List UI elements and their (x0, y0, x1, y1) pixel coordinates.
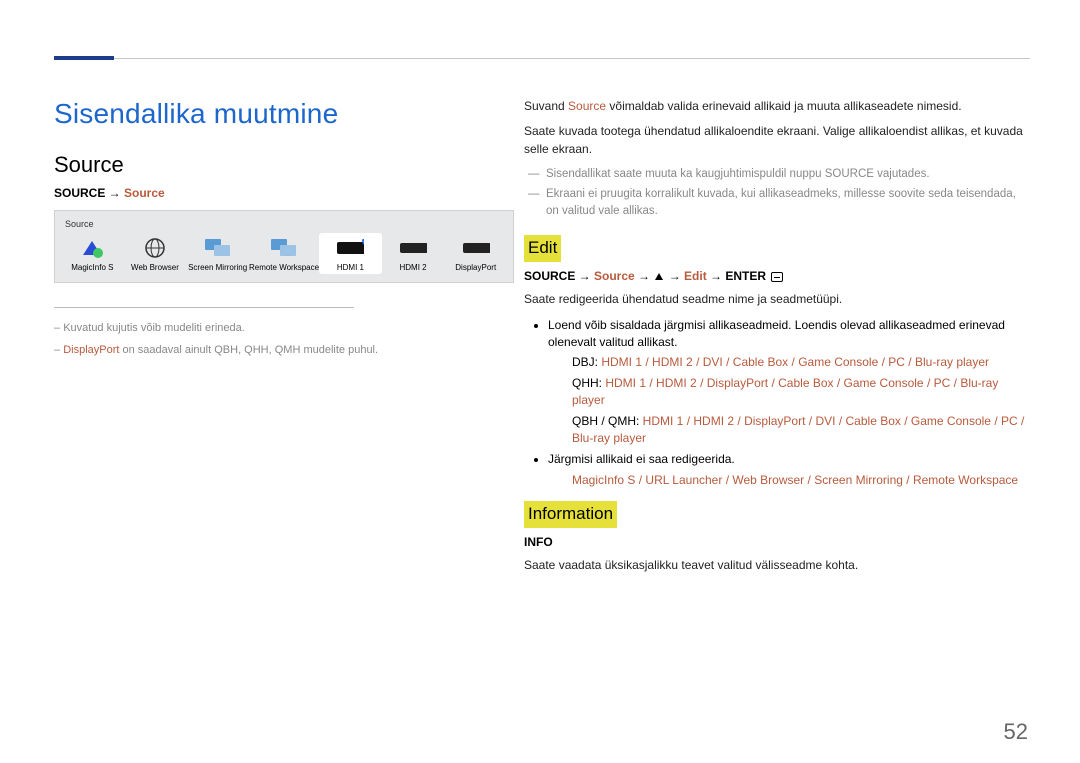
note-tail: on saadaval ainult QBH, QHH, QMH mudelit… (119, 344, 378, 356)
left-column: Sisendallika muutmine Source SOURCE → So… (54, 80, 524, 583)
source-path: SOURCE → Source (54, 186, 496, 200)
intro-para-2: Saate kuvada tootega ühendatud allikaloe… (524, 123, 1030, 158)
txt: Suvand (524, 99, 568, 113)
source-item-icon (78, 237, 106, 259)
edit-heading: Edit (524, 235, 561, 262)
edit-bullets: Loend võib sisaldada järgmisi allikasead… (524, 317, 1030, 490)
source-item-icon (336, 237, 364, 259)
source-item-label: HDMI 2 (400, 263, 427, 272)
edit-li-1: Loend võib sisaldada järgmisi allikasead… (548, 317, 1030, 448)
page-rule (54, 58, 1030, 59)
source-items-row: MagicInfo S Web Browser Screen MirroringRe… (61, 233, 507, 274)
up-triangle-icon (655, 273, 663, 280)
source-item-label: DisplayPort (455, 263, 496, 272)
source-item-label: MagicInfo S (71, 263, 113, 272)
source-item-hdmi-1[interactable]: HDMI 1 (319, 233, 382, 274)
note-text: Kuvatud kujutis võib mudeliti erineda. (63, 322, 245, 334)
source-item-label: Web Browser (131, 263, 179, 272)
intro-dashlist: Sisendallikat saate muuta ka kaugjuhtimi… (524, 166, 1030, 219)
intro-para-1: Suvand Source võimaldab valida erinevaid… (524, 98, 1030, 115)
edit-path: SOURCE → Source → → Edit → ENTER (524, 268, 1030, 285)
txt-brand: Source (568, 99, 606, 113)
source-panel-label: Source (61, 217, 507, 233)
edit-li-2: Järgmisi allikaid ei saa redigeerida. Ma… (548, 451, 1030, 489)
txt-brand: Source (594, 269, 635, 283)
note-dash: – (54, 322, 63, 334)
page-title: Sisendallika muutmine (54, 98, 496, 130)
source-item-icon (462, 237, 490, 259)
right-column: Suvand Source võimaldab valida erinevaid… (524, 80, 1030, 583)
source-heading: Source (54, 152, 496, 178)
qhh-line: QHH: HDMI 1 / HDMI 2 / DisplayPort / Cab… (572, 375, 1030, 410)
source-item-label: HDMI 1 (337, 263, 364, 272)
source-item-label: Screen Mirroring (188, 263, 247, 272)
note-dash: – (54, 344, 63, 356)
left-note-1: – Kuvatud kujutis võib mudeliti erineda. (54, 322, 496, 334)
note-brand: DisplayPort (63, 344, 119, 356)
txt: Järgmisi allikaid ei saa redigeerida. (548, 452, 735, 466)
source-item-icon (399, 237, 427, 259)
txt: SOURCE → (524, 269, 594, 283)
source-item-label: Remote Workspace (249, 263, 319, 272)
page-number: 52 (1004, 719, 1028, 745)
path-prefix: SOURCE → (54, 186, 124, 200)
dash-item-1: Sisendallikat saate muuta ka kaugjuhtimi… (524, 166, 1030, 183)
txt: Loend võib sisaldada järgmisi allikasead… (548, 318, 1005, 349)
source-item-hdmi-2[interactable]: HDMI 2 (382, 233, 445, 274)
dash-item-2: Ekraani ei pruugita korralikult kuvada, … (524, 186, 1030, 219)
dbj-line: DBJ: HDMI 1 / HDMI 2 / DVI / Cable Box /… (572, 354, 1030, 371)
txt: → ENTER (707, 269, 770, 283)
left-note-2: – DisplayPort on saadaval ainult QBH, QH… (54, 344, 496, 356)
enter-icon (771, 272, 783, 282)
txt: → (665, 269, 684, 283)
source-item-screen-mirroring[interactable]: Screen Mirroring (186, 233, 249, 274)
txt-brand: Edit (684, 269, 707, 283)
info-path: INFO (524, 534, 1030, 551)
source-item-magicinfo-s[interactable]: MagicInfo S (61, 233, 124, 274)
content-columns: Sisendallika muutmine Source SOURCE → So… (54, 80, 1030, 583)
txt: → (635, 269, 654, 283)
txt: võimaldab valida erinevaid allikaid ja m… (606, 99, 962, 113)
source-item-web-browser[interactable]: Web Browser (124, 233, 187, 274)
source-panel: Source MagicInfo S Web Browser Screen Mirr… (54, 210, 514, 283)
source-item-icon (270, 237, 298, 259)
notes-rule (54, 307, 354, 308)
edit-para: Saate redigeerida ühendatud seadme nime … (524, 291, 1030, 308)
information-heading: Information (524, 501, 617, 528)
source-item-icon (204, 237, 232, 259)
qbh-line: QBH / QMH: HDMI 1 / HDMI 2 / DisplayPort… (572, 413, 1030, 448)
source-item-remote-workspace[interactable]: Remote Workspace (249, 233, 319, 274)
source-item-displayport[interactable]: DisplayPort (444, 233, 507, 274)
path-source: Source (124, 186, 165, 200)
page-rule-accent (54, 56, 114, 60)
noedit-line: MagicInfo S / URL Launcher / Web Browser… (572, 472, 1030, 489)
source-item-icon (141, 237, 169, 259)
info-para: Saate vaadata üksikasjalikku teavet vali… (524, 557, 1030, 574)
